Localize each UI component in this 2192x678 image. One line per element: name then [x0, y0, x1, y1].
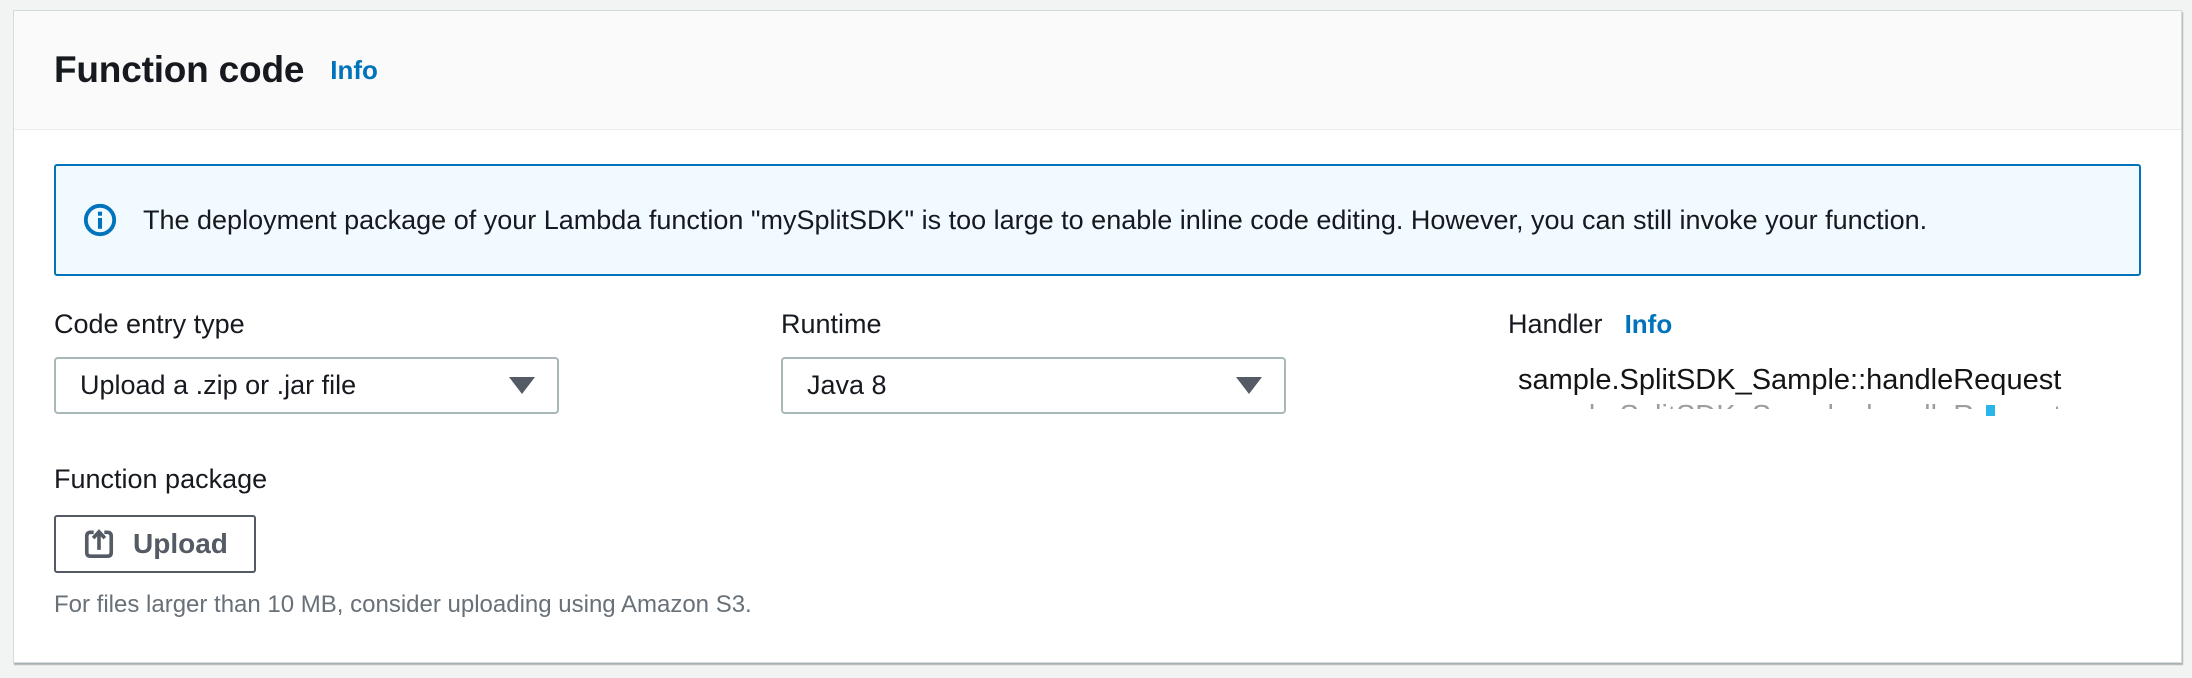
caret-down-icon — [509, 377, 535, 394]
function-package-section: Function package Upload For files larger… — [54, 464, 2141, 619]
panel-body: The deployment package of your Lambda fu… — [14, 130, 2181, 619]
code-entry-type-select[interactable]: Upload a .zip or .jar file — [54, 357, 559, 414]
code-entry-type-label: Code entry type — [54, 309, 245, 340]
field-runtime: Runtime Java 8 — [781, 309, 1286, 414]
info-alert: The deployment package of your Lambda fu… — [54, 164, 2141, 276]
upload-box-arrow-icon — [82, 527, 116, 561]
handler-info-link[interactable]: Info — [1625, 309, 1673, 340]
upload-button-label: Upload — [133, 528, 228, 560]
panel-header: Function code Info — [14, 11, 2181, 130]
field-code-entry-type: Code entry type Upload a .zip or .jar fi… — [54, 309, 559, 414]
handler-label-row: Handler Info — [1508, 309, 2141, 340]
alert-message: The deployment package of your Lambda fu… — [143, 205, 1927, 236]
runtime-label: Runtime — [781, 309, 882, 340]
upload-button[interactable]: Upload — [54, 515, 256, 573]
handler-value-ghost: sample.SplitSDK_Sample::handleRequest — [1508, 400, 2141, 409]
panel-info-link[interactable]: Info — [330, 55, 378, 86]
panel-title: Function code — [54, 49, 304, 91]
runtime-select[interactable]: Java 8 — [781, 357, 1286, 414]
handler-label: Handler — [1508, 309, 1603, 340]
fields-row: Code entry type Upload a .zip or .jar fi… — [54, 309, 2141, 414]
runtime-value: Java 8 — [807, 370, 887, 401]
function-package-label: Function package — [54, 464, 267, 495]
upload-hint: For files larger than 10 MB, consider up… — [54, 591, 2141, 619]
handler-value[interactable]: sample.SplitSDK_Sample::handleRequest — [1508, 364, 2141, 397]
function-code-panel: Function code Info The deployment packag… — [13, 10, 2182, 663]
caret-down-icon — [1236, 377, 1262, 394]
text-cursor-artifact — [1986, 405, 1995, 416]
info-circle-icon — [82, 202, 118, 238]
field-handler: Handler Info sample.SplitSDK_Sample::han… — [1508, 309, 2141, 414]
code-entry-type-value: Upload a .zip or .jar file — [80, 370, 356, 401]
